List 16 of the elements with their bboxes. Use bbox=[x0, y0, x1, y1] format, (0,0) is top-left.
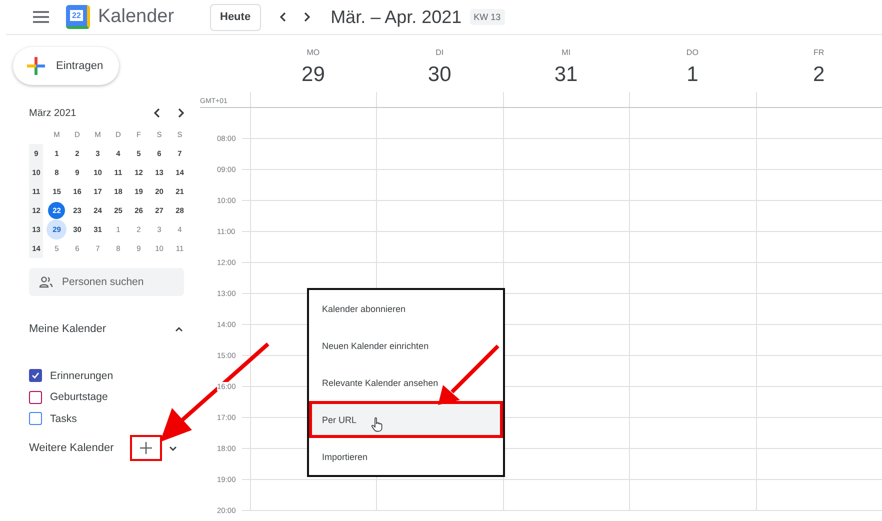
section-title: Meine Kalender bbox=[29, 323, 106, 335]
month-title: März 2021 bbox=[29, 108, 78, 118]
section-title: Weitere Kalender bbox=[29, 442, 114, 454]
calendar-logo: 22 bbox=[66, 5, 90, 29]
calendar-name: Tasks bbox=[50, 412, 77, 425]
week-number-badge: KW 13 bbox=[470, 9, 505, 25]
weekday-label: MO bbox=[306, 48, 320, 57]
calendar-name: Erinnerungen bbox=[50, 370, 114, 382]
weekday-label: DI bbox=[436, 48, 444, 57]
app-title: Kalender bbox=[98, 6, 176, 28]
search-placeholder: Personen suchen bbox=[62, 276, 144, 288]
calendar-name: Geburtstage bbox=[50, 391, 108, 404]
weekday-label: FR bbox=[813, 48, 824, 57]
date-range-title: Mär. – Apr. 2021 bbox=[330, 6, 462, 28]
weekday-label: MI bbox=[562, 48, 570, 57]
weekday-label: DO bbox=[686, 48, 698, 57]
